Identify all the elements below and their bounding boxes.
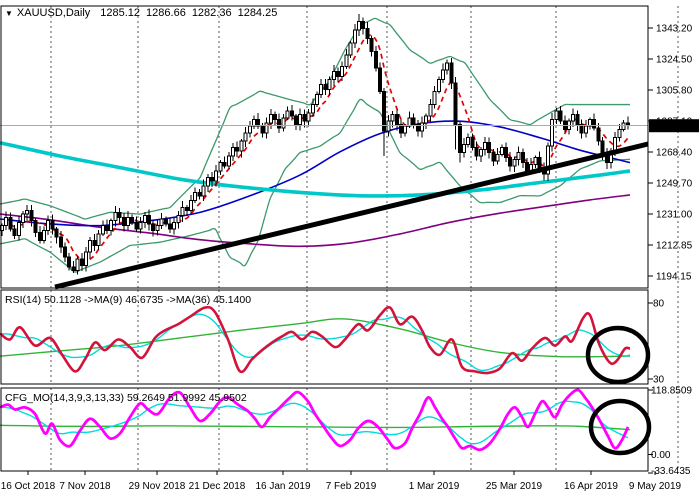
date-axis-label: 1 Mar 2019 — [409, 481, 460, 492]
price-axis-label: 1249.70 — [656, 179, 693, 190]
rsi-indicator-label: RSI(14) 50.1128 ->MA(9) 46.6735 ->MA(36)… — [5, 294, 251, 306]
chart-background — [0, 0, 700, 500]
rsi-axis-label: 80 — [653, 299, 665, 310]
date-axis-label: 7 Feb 2019 — [326, 481, 377, 492]
rsi-axis-label: 30 — [653, 375, 665, 386]
date-axis-label: 21 Dec 2018 — [189, 481, 246, 492]
price-axis-label: 1194.15 — [656, 272, 692, 283]
collapse-arrow-icon[interactable]: ▼ — [5, 9, 13, 18]
date-axis-label: 16 Jan 2019 — [255, 481, 310, 492]
price-axis-label: 1268.40 — [656, 148, 693, 159]
date-axis-label: 16 Apr 2019 — [564, 481, 618, 492]
cfg-mo-indicator-label: CFG_MO(14,3,9,3,13,33) 59.2649 51.9992 4… — [5, 392, 247, 404]
price-axis-label: 1212.85 — [656, 241, 693, 252]
ohlc-open: 1285.12 — [100, 7, 140, 19]
price-axis-label: 1324.50 — [656, 55, 693, 66]
chart-window: ▼ XAUUSD,Daily 1285.12 1286.66 1282.36 1… — [0, 0, 700, 500]
price-axis-label: 1231.00 — [656, 210, 693, 221]
cfg-axis-label: -33.6435 — [651, 466, 691, 477]
date-axis-label: 29 Nov 2018 — [129, 481, 186, 492]
chart-canvas[interactable]: 1343.201324.501305.801287.101268.401249.… — [0, 0, 700, 500]
current-price-tag-text: 1284.25 — [653, 121, 690, 132]
cfg-axis-label: 118.8509 — [651, 386, 692, 397]
chart-title: ▼ XAUUSD,Daily 1285.12 1286.66 1282.36 1… — [5, 7, 283, 19]
price-axis-label: 1305.80 — [656, 86, 693, 97]
symbol-timeframe-label: XAUUSD,Daily — [17, 7, 90, 19]
price-axis-label: 1343.20 — [656, 24, 693, 35]
ohlc-close: 1284.25 — [238, 7, 278, 19]
date-axis-label: 7 Nov 2018 — [59, 481, 111, 492]
ohlc-low: 1282.36 — [192, 7, 232, 19]
date-axis-label: 16 Oct 2018 — [1, 481, 56, 492]
cfg-axis-label: 0.00 — [651, 450, 671, 461]
date-axis-label: 9 May 2019 — [629, 481, 682, 492]
ohlc-high: 1286.66 — [146, 7, 186, 19]
date-axis-label: 25 Mar 2019 — [486, 481, 543, 492]
